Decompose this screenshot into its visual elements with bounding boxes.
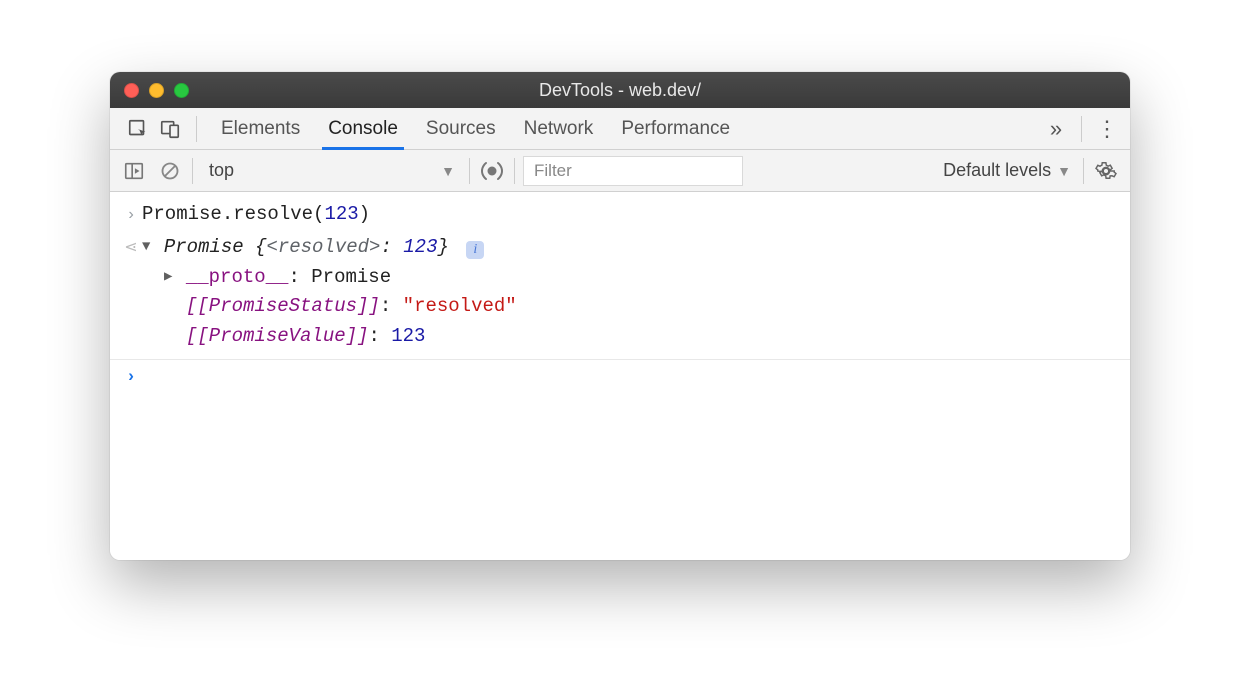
code-call: Promise.resolve bbox=[142, 203, 313, 225]
execution-context-value: top bbox=[209, 160, 234, 181]
device-toolbar-icon[interactable] bbox=[154, 113, 186, 145]
tab-elements[interactable]: Elements bbox=[207, 108, 314, 149]
output-marker-icon: ⋖ bbox=[120, 233, 142, 261]
tab-network[interactable]: Network bbox=[510, 108, 608, 149]
execution-context-select[interactable]: top ▼ bbox=[201, 157, 461, 185]
toggle-sidebar-icon[interactable] bbox=[120, 157, 148, 185]
tab-performance[interactable]: Performance bbox=[607, 108, 744, 149]
tab-console[interactable]: Console bbox=[314, 108, 412, 149]
console-prompt[interactable]: › bbox=[110, 359, 1130, 393]
inspect-element-icon[interactable] bbox=[122, 113, 154, 145]
divider bbox=[192, 158, 193, 184]
log-levels-select[interactable]: Default levels ▼ bbox=[939, 160, 1075, 181]
clear-console-icon[interactable] bbox=[156, 157, 184, 185]
divider bbox=[196, 116, 197, 142]
divider bbox=[1083, 158, 1084, 184]
window-title: DevTools - web.dev/ bbox=[110, 80, 1130, 101]
state-value: 123 bbox=[403, 236, 437, 258]
console-toolbar: top ▼ Default levels ▼ bbox=[110, 150, 1130, 192]
proto-key: __proto__ bbox=[186, 266, 289, 288]
divider bbox=[514, 158, 515, 184]
devtools-tabs: Elements Console Sources Network Perform… bbox=[110, 108, 1130, 150]
chevron-down-icon: ▼ bbox=[1057, 163, 1071, 179]
input-marker-icon: › bbox=[120, 200, 142, 228]
object-property-proto[interactable]: __proto__: Promise bbox=[142, 263, 1122, 292]
console-settings-icon[interactable] bbox=[1092, 157, 1120, 185]
expand-toggle-icon[interactable] bbox=[142, 237, 150, 259]
titlebar: DevTools - web.dev/ bbox=[110, 72, 1130, 108]
chevron-down-icon: ▼ bbox=[441, 163, 455, 179]
more-options-icon[interactable]: ⋮ bbox=[1092, 116, 1122, 142]
console-output: ⋖ Promise {<resolved>: 123} i __proto__:… bbox=[110, 231, 1130, 353]
info-icon[interactable]: i bbox=[466, 241, 484, 259]
state-key: <resolved> bbox=[266, 236, 380, 258]
devtools-window: DevTools - web.dev/ Elements Console Sou… bbox=[110, 72, 1130, 560]
expand-toggle-icon[interactable] bbox=[164, 267, 172, 289]
object-class: Promise bbox=[164, 236, 255, 258]
divider bbox=[469, 158, 470, 184]
filter-input[interactable] bbox=[523, 156, 743, 186]
code-arg: 123 bbox=[324, 203, 358, 225]
live-expression-icon[interactable] bbox=[478, 157, 506, 185]
console-messages: › Promise.resolve(123) ⋖ Promise {<resol… bbox=[110, 192, 1130, 560]
object-property-status: [[PromiseStatus]]: "resolved" bbox=[142, 292, 1122, 321]
status-key: [[PromiseStatus]] bbox=[186, 295, 380, 317]
status-value: resolved bbox=[414, 295, 505, 317]
tab-sources[interactable]: Sources bbox=[412, 108, 510, 149]
prompt-marker-icon: › bbox=[120, 362, 142, 391]
divider bbox=[1081, 116, 1082, 142]
proto-value: Promise bbox=[311, 266, 391, 288]
log-levels-label: Default levels bbox=[943, 160, 1051, 181]
console-input-echo: › Promise.resolve(123) bbox=[110, 198, 1130, 231]
value-value: 123 bbox=[391, 325, 425, 347]
more-tabs-icon[interactable]: » bbox=[1041, 116, 1071, 142]
value-key: [[PromiseValue]] bbox=[186, 325, 368, 347]
object-property-value: [[PromiseValue]]: 123 bbox=[142, 322, 1122, 351]
